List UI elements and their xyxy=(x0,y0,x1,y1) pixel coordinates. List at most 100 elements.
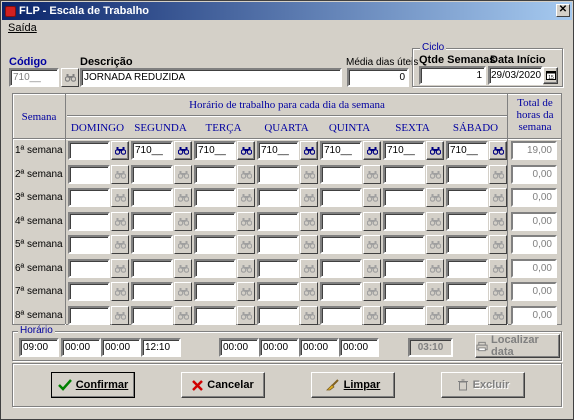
day-cell-search-button[interactable] xyxy=(489,235,507,254)
day-cell-search-button[interactable] xyxy=(300,235,318,254)
horario-field[interactable]: 00:00 xyxy=(259,338,299,357)
day-cell-search-button[interactable] xyxy=(426,164,444,184)
day-cell-search-button[interactable] xyxy=(426,211,444,231)
day-cell-search-button[interactable] xyxy=(111,141,129,160)
cancelar-button[interactable]: Cancelar xyxy=(181,372,265,398)
day-cell-search-button[interactable] xyxy=(111,305,129,325)
day-cell-search-button[interactable] xyxy=(426,235,444,254)
day-cell-input[interactable] xyxy=(320,235,362,254)
day-cell-search-button[interactable] xyxy=(237,258,255,278)
day-cell-input[interactable] xyxy=(320,211,362,231)
day-cell-search-button[interactable] xyxy=(300,211,318,231)
day-cell-input[interactable]: 710__ xyxy=(194,141,236,160)
day-cell-input[interactable] xyxy=(446,258,488,278)
day-cell-input[interactable] xyxy=(194,188,236,207)
horario-field[interactable]: 00:00 xyxy=(61,338,101,357)
day-cell-input[interactable] xyxy=(383,164,425,184)
day-cell-input[interactable] xyxy=(194,211,236,231)
day-cell-search-button[interactable] xyxy=(426,305,444,325)
day-cell-input[interactable] xyxy=(320,188,362,207)
day-cell-search-button[interactable] xyxy=(489,305,507,325)
day-cell-input[interactable] xyxy=(131,188,173,207)
horario-field[interactable]: 00:00 xyxy=(299,338,339,357)
day-cell-input[interactable]: 710__ xyxy=(257,141,299,160)
day-cell-search-button[interactable] xyxy=(174,164,192,184)
day-cell-input[interactable]: 710__ xyxy=(383,141,425,160)
day-cell-search-button[interactable] xyxy=(300,282,318,301)
day-cell-input[interactable] xyxy=(194,258,236,278)
day-cell-search-button[interactable] xyxy=(174,305,192,325)
day-cell-search-button[interactable] xyxy=(111,164,129,184)
day-cell-input[interactable] xyxy=(320,164,362,184)
day-cell-input[interactable] xyxy=(320,305,362,325)
day-cell-search-button[interactable] xyxy=(237,235,255,254)
day-cell-input[interactable] xyxy=(446,235,488,254)
descricao-input[interactable]: JORNADA REDUZIDA xyxy=(80,68,342,87)
codigo-input[interactable]: 710__ xyxy=(9,68,59,87)
day-cell-search-button[interactable] xyxy=(111,282,129,301)
day-cell-search-button[interactable] xyxy=(174,188,192,207)
day-cell-search-button[interactable] xyxy=(426,188,444,207)
day-cell-search-button[interactable] xyxy=(426,282,444,301)
day-cell-input[interactable] xyxy=(194,235,236,254)
horario-field[interactable]: 00:00 xyxy=(339,338,379,357)
day-cell-search-button[interactable] xyxy=(489,164,507,184)
horario-field[interactable]: 00:00 xyxy=(219,338,259,357)
day-cell-input[interactable] xyxy=(68,258,110,278)
day-cell-input[interactable] xyxy=(131,164,173,184)
day-cell-search-button[interactable] xyxy=(489,258,507,278)
day-cell-search-button[interactable] xyxy=(174,258,192,278)
codigo-search-button[interactable] xyxy=(61,68,79,87)
day-cell-input[interactable] xyxy=(68,211,110,231)
day-cell-input[interactable] xyxy=(320,258,362,278)
day-cell-input[interactable] xyxy=(446,188,488,207)
day-cell-input[interactable] xyxy=(446,305,488,325)
day-cell-input[interactable] xyxy=(446,164,488,184)
day-cell-search-button[interactable] xyxy=(237,282,255,301)
day-cell-input[interactable]: 710__ xyxy=(446,141,488,160)
day-cell-input[interactable] xyxy=(68,141,110,160)
day-cell-search-button[interactable] xyxy=(237,188,255,207)
day-cell-search-button[interactable] xyxy=(300,141,318,160)
day-cell-search-button[interactable] xyxy=(111,188,129,207)
horario-field[interactable]: 12:10 xyxy=(141,338,181,357)
day-cell-input[interactable] xyxy=(68,164,110,184)
day-cell-search-button[interactable] xyxy=(300,305,318,325)
day-cell-input[interactable] xyxy=(383,211,425,231)
day-cell-input[interactable] xyxy=(131,258,173,278)
day-cell-input[interactable] xyxy=(257,164,299,184)
day-cell-input[interactable] xyxy=(68,305,110,325)
horario-field[interactable]: 00:00 xyxy=(101,338,141,357)
day-cell-input[interactable] xyxy=(320,282,362,301)
day-cell-input[interactable] xyxy=(257,211,299,231)
day-cell-input[interactable] xyxy=(383,188,425,207)
day-cell-search-button[interactable] xyxy=(111,235,129,254)
day-cell-input[interactable] xyxy=(257,282,299,301)
day-cell-search-button[interactable] xyxy=(111,211,129,231)
day-cell-search-button[interactable] xyxy=(489,188,507,207)
day-cell-input[interactable]: 710__ xyxy=(131,141,173,160)
day-cell-search-button[interactable] xyxy=(363,211,381,231)
data-inicio-input[interactable]: 29/03/2020 xyxy=(488,66,543,85)
day-cell-search-button[interactable] xyxy=(174,141,192,160)
day-cell-input[interactable] xyxy=(131,235,173,254)
day-cell-input[interactable] xyxy=(68,282,110,301)
day-cell-search-button[interactable] xyxy=(489,211,507,231)
day-cell-input[interactable] xyxy=(383,305,425,325)
confirmar-button[interactable]: Confirmar xyxy=(51,372,135,398)
day-cell-search-button[interactable] xyxy=(426,141,444,160)
day-cell-search-button[interactable] xyxy=(300,188,318,207)
day-cell-input[interactable] xyxy=(257,188,299,207)
menu-saida[interactable]: Saída xyxy=(3,21,42,35)
limpar-button[interactable]: Limpar xyxy=(311,372,395,398)
day-cell-input[interactable] xyxy=(257,305,299,325)
day-cell-input[interactable] xyxy=(383,258,425,278)
day-cell-input[interactable] xyxy=(257,235,299,254)
day-cell-search-button[interactable] xyxy=(300,258,318,278)
day-cell-search-button[interactable] xyxy=(237,211,255,231)
day-cell-search-button[interactable] xyxy=(237,164,255,184)
day-cell-input[interactable] xyxy=(131,305,173,325)
day-cell-search-button[interactable] xyxy=(363,164,381,184)
day-cell-search-button[interactable] xyxy=(363,258,381,278)
day-cell-search-button[interactable] xyxy=(237,305,255,325)
